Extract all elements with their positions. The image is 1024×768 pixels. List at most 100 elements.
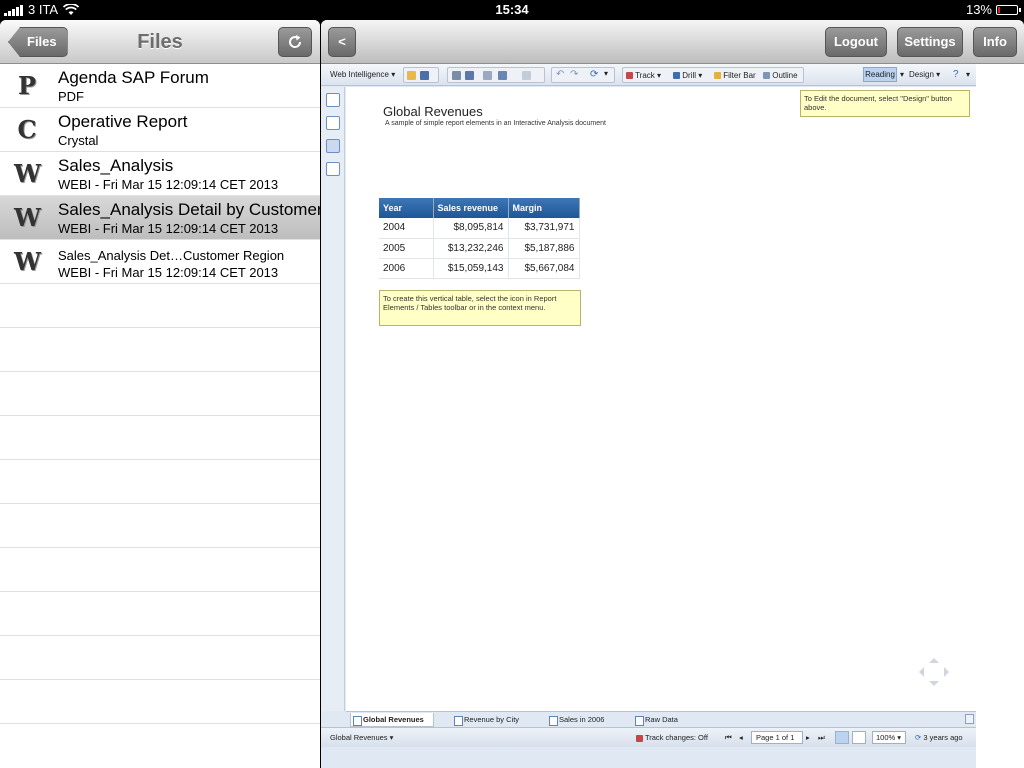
file-item[interactable]: W Sales_Analysis WEBI - Fri Mar 15 12:09:1… xyxy=(0,152,320,196)
tab-revenue-by-city[interactable]: Revenue by City xyxy=(452,713,519,727)
quick-display-icon[interactable] xyxy=(835,731,849,744)
file-item[interactable]: C Operative Report Crystal xyxy=(0,108,320,152)
file-subtitle: WEBI - Fri Mar 15 12:09:14 CET 2013 xyxy=(58,221,279,236)
tab-sales-in-2006[interactable]: Sales in 2006 xyxy=(547,713,604,727)
next-page-icon[interactable]: ▸ xyxy=(806,733,810,742)
input-controls-icon[interactable] xyxy=(326,139,340,153)
tab-global-revenues[interactable]: Global Revenues xyxy=(350,713,434,727)
navigation-map-icon[interactable] xyxy=(326,116,340,130)
analysis-group: Track ▾ Drill ▾ Filter Bar Outline xyxy=(622,67,804,83)
export-icon[interactable] xyxy=(498,71,507,80)
track-data-icon[interactable] xyxy=(483,71,492,80)
drill-button[interactable]: Drill ▾ xyxy=(673,69,702,83)
first-page-icon[interactable]: ⏮ xyxy=(725,733,732,743)
empty-list-row xyxy=(0,460,320,504)
empty-list-row xyxy=(0,636,320,680)
file-subtitle: Crystal xyxy=(58,133,99,148)
redo-icon[interactable]: ↷ xyxy=(570,69,578,80)
document-back-button[interactable]: < xyxy=(328,27,356,57)
undo-group: ↶ ↷ ⟳ ▾ xyxy=(551,67,615,83)
battery-percent: 13% xyxy=(965,2,992,17)
webi-viewer: Web Intelligence ▾ ↶ ↷ ⟳ ▾ Track ▾ Drill… xyxy=(321,64,976,768)
table-cell[interactable]: 2006 xyxy=(379,258,434,279)
filter-bar-button[interactable]: Filter Bar xyxy=(714,69,756,83)
refresh-button[interactable] xyxy=(278,27,312,57)
webi-status-bar: Global Revenues ▾ Track changes: Off ⏮ ◂… xyxy=(321,727,976,747)
last-page-icon[interactable]: ⏭ xyxy=(818,733,825,743)
webi-app-menu-label: Web Intelligence xyxy=(330,70,389,79)
logout-button[interactable]: Logout xyxy=(825,27,887,57)
edit-tools-group xyxy=(447,67,545,83)
table-cell[interactable]: $5,667,084 xyxy=(508,258,580,279)
nav-up-icon[interactable] xyxy=(929,653,939,663)
file-name: Operative Report xyxy=(58,112,188,131)
table-cell[interactable]: $8,095,814 xyxy=(433,218,509,239)
document-summary-icon[interactable] xyxy=(326,93,340,107)
left-panel-toolbar xyxy=(321,87,345,711)
table-cell[interactable]: $13,232,246 xyxy=(433,238,509,259)
files-pane: Files Files P Agenda SAP Forum PDF C Operati… xyxy=(0,20,320,768)
file-item[interactable]: P Agenda SAP Forum PDF xyxy=(0,64,320,108)
file-subtitle: WEBI - Fri Mar 15 12:09:14 CET 2013 xyxy=(58,265,279,280)
open-folder-icon[interactable] xyxy=(407,71,416,80)
outline-label: Outline xyxy=(772,71,798,80)
save-icon[interactable] xyxy=(420,71,429,80)
file-name: Agenda SAP Forum xyxy=(58,68,209,87)
file-tools-group xyxy=(403,67,439,83)
dropdown-arrow-icon: ▾ xyxy=(391,70,396,79)
view-icon[interactable] xyxy=(522,71,531,80)
tabs-scroll-icon[interactable] xyxy=(965,714,974,724)
column-header[interactable]: Year xyxy=(379,198,434,218)
empty-list-row xyxy=(0,680,320,724)
page-indicator[interactable]: Page 1 of 1 xyxy=(751,731,803,744)
document-margin xyxy=(976,64,1024,768)
help-dropdown-arrow-icon[interactable]: ▾ xyxy=(966,68,970,82)
tab-raw-data[interactable]: Raw Data xyxy=(633,713,678,727)
available-objects-icon[interactable] xyxy=(326,162,340,176)
document-type-icon: C xyxy=(17,115,37,144)
help-icon[interactable]: ? xyxy=(953,68,959,82)
report-selector[interactable]: Global Revenues ▾ xyxy=(330,733,393,742)
reading-mode-button[interactable]: Reading xyxy=(863,67,897,82)
empty-list-row xyxy=(0,284,320,328)
nav-right-icon[interactable] xyxy=(944,667,954,677)
undo-icon[interactable]: ↶ xyxy=(556,69,564,80)
page-mode-icon[interactable] xyxy=(852,731,866,744)
column-header[interactable]: Margin xyxy=(508,198,580,218)
outline-button[interactable]: Outline xyxy=(763,69,798,83)
find-icon[interactable] xyxy=(465,71,474,80)
track-icon xyxy=(626,72,633,80)
webi-toolbar: Web Intelligence ▾ ↶ ↷ ⟳ ▾ Track ▾ Drill… xyxy=(321,64,976,86)
webi-app-menu[interactable]: Web Intelligence ▾ xyxy=(330,68,395,82)
previous-page-icon[interactable]: ◂ xyxy=(739,733,743,742)
empty-list-row xyxy=(0,328,320,372)
filter-icon xyxy=(714,72,721,80)
table-cell[interactable]: $3,731,971 xyxy=(508,218,580,239)
nav-down-icon[interactable] xyxy=(929,681,939,691)
zoom-select[interactable]: 100% ▾ xyxy=(872,731,906,744)
track-button[interactable]: Track ▾ xyxy=(626,69,661,83)
file-item[interactable]: W Sales_Analysis Det…Customer Region WEBI … xyxy=(0,240,320,284)
refresh-data-icon[interactable]: ⟳ xyxy=(590,69,598,80)
report-tabs: Global Revenues Revenue by City Sales in… xyxy=(346,711,976,727)
file-item[interactable]: W Sales_Analysis Detail by Customer WEBI -… xyxy=(0,196,320,240)
track-changes-status[interactable]: Track changes: Off xyxy=(636,733,708,742)
wifi-icon xyxy=(63,3,80,15)
outline-icon xyxy=(763,72,770,80)
document-type-icon: W xyxy=(14,247,41,276)
file-subtitle: WEBI - Fri Mar 15 12:09:14 CET 2013 xyxy=(58,177,279,192)
document-pane: < Logout Settings Info Web Intelligence … xyxy=(321,20,1024,768)
design-mode-button[interactable]: Design ▾ xyxy=(909,68,940,82)
table-cell[interactable]: 2004 xyxy=(379,218,434,239)
empty-list-row xyxy=(0,548,320,592)
column-header[interactable]: Sales revenue xyxy=(433,198,509,218)
table-cell[interactable]: 2005 xyxy=(379,238,434,259)
print-icon[interactable] xyxy=(452,71,461,80)
settings-button[interactable]: Settings xyxy=(897,27,963,57)
table-cell[interactable]: $5,187,886 xyxy=(508,238,580,259)
reading-dropdown-arrow-icon[interactable]: ▾ xyxy=(900,68,904,82)
document-type-icon: W xyxy=(14,203,41,232)
info-button[interactable]: Info xyxy=(973,27,1017,57)
table-cell[interactable]: $15,059,143 xyxy=(433,258,509,279)
nav-left-icon[interactable] xyxy=(914,667,924,677)
